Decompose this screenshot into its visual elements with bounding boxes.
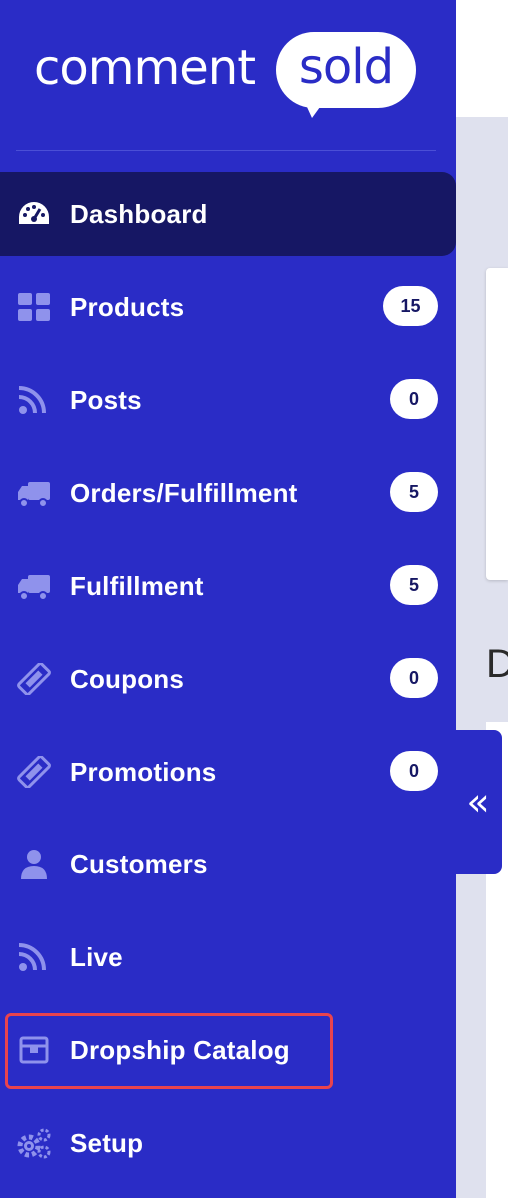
- count-badge: 5: [390, 565, 438, 605]
- count-badge: 0: [390, 658, 438, 698]
- sidebar-item-label: Dashboard: [70, 199, 208, 229]
- sidebar-item-label: Customers: [70, 849, 208, 879]
- count-badge: 15: [383, 286, 438, 326]
- sidebar-item-label: Promotions: [70, 757, 217, 787]
- section-heading: D: [486, 642, 508, 686]
- sidebar-item-posts[interactable]: Posts 0: [0, 358, 456, 442]
- top-bar: [456, 0, 508, 117]
- count-badge: 0: [390, 379, 438, 419]
- tachometer-icon: [16, 198, 52, 230]
- sidebar-item-label: Posts: [70, 385, 142, 415]
- sidebar-item-coupons[interactable]: Coupons 0: [0, 637, 456, 721]
- sidebar-item-products[interactable]: Products 15: [0, 265, 456, 349]
- sidebar-item-promotions[interactable]: Promotions 0: [0, 730, 456, 814]
- sidebar-item-label: Live: [70, 942, 123, 972]
- ticket-icon: [16, 663, 52, 695]
- sidebar-item-label: Orders/Fulfillment: [70, 478, 298, 508]
- truck-icon: [16, 570, 52, 602]
- sidebar-item-live[interactable]: Live: [0, 915, 456, 999]
- sidebar-item-orders-fulfillment[interactable]: Orders/Fulfillment 5: [0, 451, 456, 535]
- sidebar: comment sold Dashboard Products 15 Posts: [0, 0, 456, 1198]
- divider: [16, 150, 436, 151]
- rss-icon: [16, 384, 52, 416]
- double-chevron-left-icon: «: [466, 780, 490, 824]
- gears-icon: [16, 1127, 52, 1159]
- user-icon: [16, 848, 52, 880]
- stats-card: [486, 268, 508, 580]
- count-badge: 0: [390, 751, 438, 791]
- ticket-icon: [16, 756, 52, 788]
- sidebar-item-label: Coupons: [70, 664, 185, 694]
- sidebar-item-label: Products: [70, 292, 185, 322]
- count-badge: 5: [390, 472, 438, 512]
- logo-bubble-word: sold: [298, 39, 394, 95]
- sidebar-item-setup[interactable]: Setup: [0, 1101, 456, 1185]
- sidebar-item-label: Setup: [70, 1128, 144, 1158]
- logo-word: comment: [34, 40, 256, 96]
- truck-icon: [16, 477, 52, 509]
- rss-icon: [16, 941, 52, 973]
- sidebar-item-fulfillment[interactable]: Fulfillment 5: [0, 544, 456, 628]
- grid-icon: [16, 291, 52, 323]
- sidebar-item-customers[interactable]: Customers: [0, 822, 456, 906]
- sidebar-item-dashboard[interactable]: Dashboard: [0, 172, 456, 256]
- sidebar-item-label: Fulfillment: [70, 571, 204, 601]
- sidebar-collapse-button[interactable]: «: [456, 730, 502, 874]
- highlight-box: [5, 1013, 333, 1089]
- commentsold-logo[interactable]: comment sold: [34, 30, 434, 122]
